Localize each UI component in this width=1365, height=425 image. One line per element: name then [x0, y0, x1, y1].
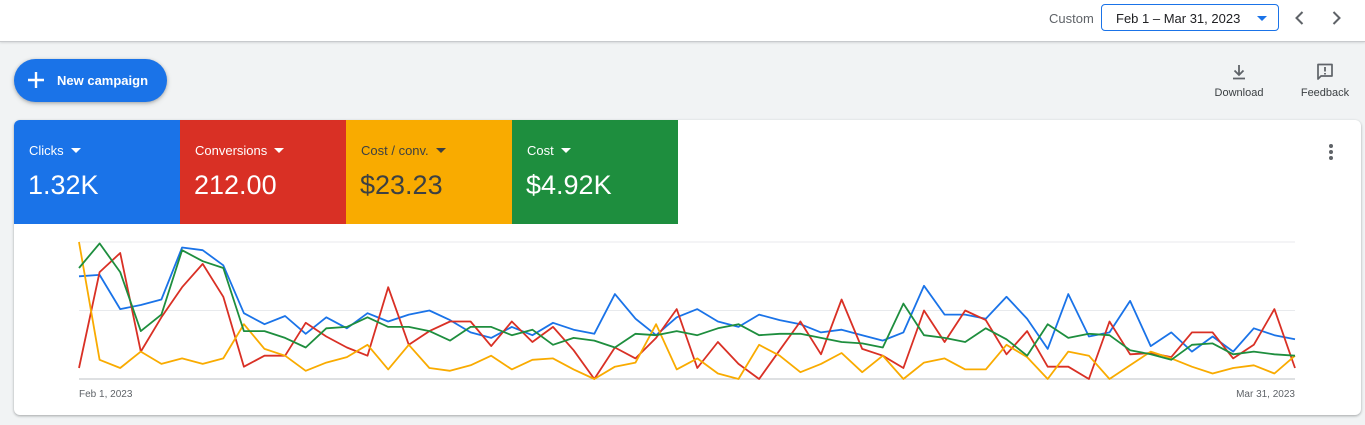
metric-tiles: Clicks 1.32K Conversions 212.00 Cost / c…	[14, 120, 678, 224]
metric-value: $23.23	[360, 170, 443, 200]
series-line-3	[78, 242, 1296, 361]
dropdown-arrow-icon	[560, 148, 571, 153]
chevron-right-icon	[1332, 11, 1341, 25]
chart-gridlines	[79, 241, 1295, 380]
previous-period-button[interactable]	[1288, 6, 1312, 30]
top-bar: Custom Feb 1 – Mar 31, 2023	[0, 0, 1365, 42]
feedback-button[interactable]: Feedback	[1295, 62, 1355, 102]
metric-tile-cost-per-conversion[interactable]: Cost / conv. $23.23	[346, 120, 512, 224]
feedback-label: Feedback	[1300, 87, 1350, 99]
date-range-picker[interactable]: Feb 1 – Mar 31, 2023	[1101, 4, 1279, 31]
download-icon	[1233, 65, 1245, 80]
date-range-value: Feb 1 – Mar 31, 2023	[1116, 11, 1241, 26]
x-axis-end-label: Mar 31, 2023	[1236, 389, 1295, 400]
more-options-button[interactable]	[1321, 142, 1341, 164]
new-campaign-label: New campaign	[57, 73, 149, 88]
download-label: Download	[1214, 87, 1264, 99]
dropdown-arrow-icon	[274, 148, 285, 153]
new-campaign-button[interactable]: New campaign	[14, 59, 167, 102]
more-vert-icon	[1321, 144, 1341, 160]
next-period-button[interactable]	[1324, 6, 1348, 30]
metric-name: Cost	[527, 143, 554, 158]
chevron-down-icon	[1257, 16, 1267, 21]
metric-value: $4.92K	[526, 170, 612, 200]
dropdown-arrow-icon	[70, 148, 81, 153]
metric-name: Cost / conv.	[361, 143, 429, 158]
performance-card: Clicks 1.32K Conversions 212.00 Cost / c…	[14, 120, 1361, 415]
chevron-left-icon	[1295, 11, 1304, 25]
performance-chart: Feb 1, 2023 Mar 31, 2023	[78, 241, 1296, 400]
feedback-icon	[1317, 63, 1333, 80]
metric-tile-cost[interactable]: Cost $4.92K	[512, 120, 678, 224]
metric-tile-conversions[interactable]: Conversions 212.00	[180, 120, 346, 224]
x-axis-start-label: Feb 1, 2023	[79, 389, 133, 400]
metric-name: Conversions	[195, 143, 268, 158]
date-preset-label: Custom	[1049, 11, 1094, 26]
metric-value: 1.32K	[28, 170, 99, 200]
metric-tile-clicks[interactable]: Clicks 1.32K	[14, 120, 180, 224]
metric-value: 212.00	[194, 170, 277, 200]
plus-icon	[28, 72, 44, 88]
download-button[interactable]: Download	[1209, 62, 1269, 102]
metric-name: Clicks	[29, 143, 64, 158]
series-line-1	[78, 252, 1296, 380]
dropdown-arrow-icon	[435, 148, 446, 153]
